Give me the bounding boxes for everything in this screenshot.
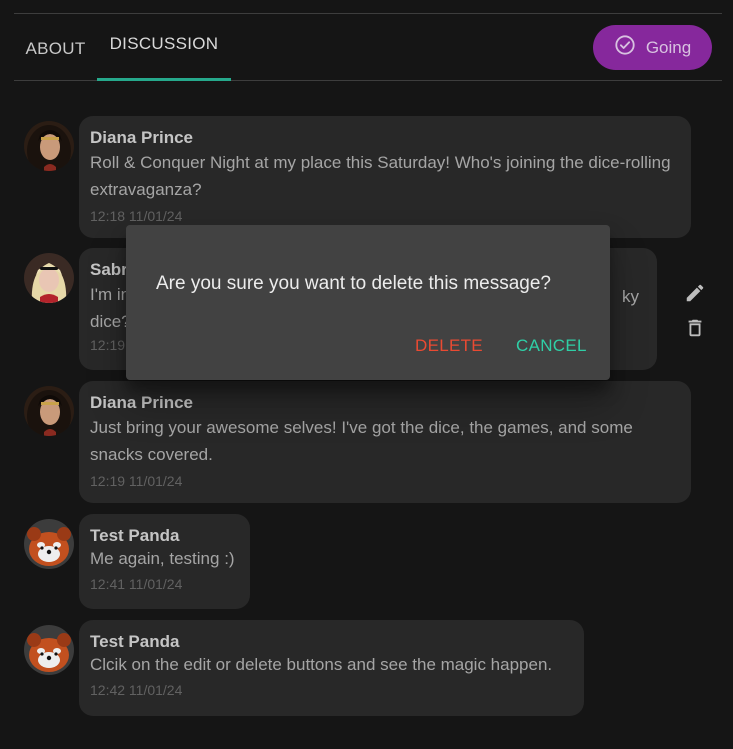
message-timestamp: 12:18 11/01/24 <box>90 208 183 224</box>
delete-button[interactable]: DELETE <box>415 336 483 356</box>
message-text: Clcik on the edit or delete buttons and … <box>90 655 553 674</box>
message-text: Just bring your awesome selves! I've got… <box>90 418 633 464</box>
message-bubble: Diana Prince Roll & Conquer Night at my … <box>79 116 691 238</box>
message-author: Test Panda <box>90 632 180 651</box>
message-timestamp: 12:42 11/01/24 <box>90 682 183 698</box>
delete-confirm-dialog: Are you sure you want to delete this mes… <box>126 225 610 380</box>
tab-discussion[interactable]: DISCUSSION <box>97 11 231 77</box>
pencil-icon[interactable] <box>684 282 706 304</box>
sabrina-avatar[interactable] <box>24 253 74 303</box>
message-timestamp: 12:41 11/01/24 <box>90 576 183 592</box>
message-bubble: Test Panda Me again, testing :) 12:41 11… <box>79 514 250 609</box>
diana-avatar[interactable] <box>24 121 74 171</box>
going-button[interactable]: Going <box>593 25 712 70</box>
message-bubble: Test Panda Clcik on the edit or delete b… <box>79 620 584 716</box>
active-tab-indicator <box>97 78 231 81</box>
message-author: Diana Prince <box>90 393 193 412</box>
check-circle-icon <box>614 34 636 61</box>
going-label: Going <box>645 37 692 57</box>
dialog-question: Are you sure you want to delete this mes… <box>156 273 552 294</box>
message-actions <box>684 282 706 352</box>
trash-icon[interactable] <box>684 317 706 339</box>
message-author: Test Panda <box>90 526 180 545</box>
diana-avatar[interactable] <box>24 386 74 436</box>
event-discussion-page: ABOUT DISCUSSION Going Diana Prince Roll… <box>0 0 733 749</box>
message-author: Diana Prince <box>90 128 193 147</box>
message-bubble: Diana Prince Just bring your awesome sel… <box>79 381 691 503</box>
panda-avatar[interactable] <box>24 519 74 569</box>
message-text: Me again, testing :) <box>90 549 235 568</box>
panda-avatar[interactable] <box>24 625 74 675</box>
cancel-button[interactable]: CANCEL <box>516 336 587 356</box>
message-timestamp: 12:19 11/01/24 <box>90 473 183 489</box>
message-text: Roll & Conquer Night at my place this Sa… <box>90 153 671 199</box>
tab-about[interactable]: ABOUT <box>14 16 97 82</box>
